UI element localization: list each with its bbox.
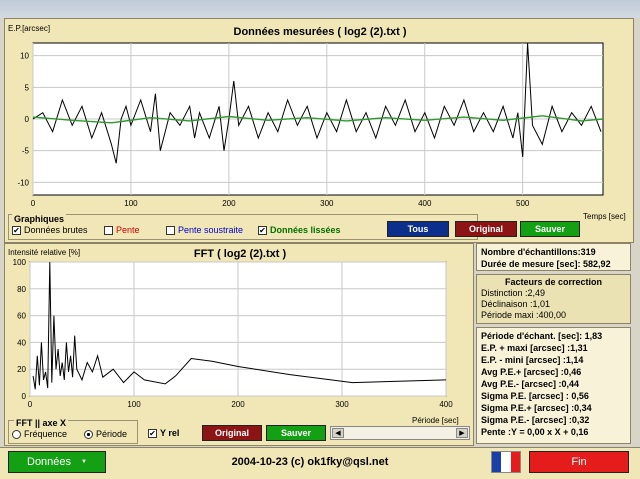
fft-xlabel: Période [sec] xyxy=(412,416,459,425)
detail-line: Pente :Y = 0,00 x X + 0,16 xyxy=(481,427,589,437)
period-label: Période xyxy=(96,429,128,439)
scroll-right-icon[interactable]: ▶ xyxy=(456,428,468,438)
end-button[interactable]: Fin xyxy=(529,451,629,473)
y-tick-label: 80 xyxy=(17,285,26,294)
fft-scrollbar[interactable]: ◀ ▶ xyxy=(330,426,470,440)
y-tick-label: 60 xyxy=(17,312,26,321)
y-tick-label: 0 xyxy=(22,392,27,401)
data-menu-button[interactable]: Données ▼ xyxy=(8,451,106,473)
correction-box: Facteurs de correction Distinction :2,49… xyxy=(476,274,631,324)
measurement-duration: Durée de mesure [sec]: 582,92 xyxy=(481,259,611,269)
period-radio-icon xyxy=(84,429,93,439)
detail-line: Avg P.E.+ [arcsec] :0,46 xyxy=(481,367,582,377)
detail-line: E.P. - mini [arcsec] :1,14 xyxy=(481,355,584,365)
fft-original-button[interactable]: Original xyxy=(202,425,262,441)
details-box: Période d'échant. [sec]: 1,83 E.P. + max… xyxy=(476,327,631,444)
scroll-left-icon[interactable]: ◀ xyxy=(332,428,344,438)
fft-save-button[interactable]: Sauver xyxy=(266,425,326,441)
chevron-down-icon: ▼ xyxy=(81,459,87,465)
yrel-checkbox[interactable]: ✔ Y rel xyxy=(148,428,179,438)
detail-line: Sigma P.E.+ [arcsec] :0,34 xyxy=(481,403,592,413)
detail-line: Sigma P.E.- [arcsec] :0,32 xyxy=(481,415,590,425)
frequency-radio[interactable]: Fréquence xyxy=(12,429,67,439)
detail-line: Avg P.E.- [arcsec] :0,44 xyxy=(481,379,580,389)
detail-line: Période d'échant. [sec]: 1,83 xyxy=(481,331,603,341)
yrel-check-icon: ✔ xyxy=(148,428,157,438)
correction-period: Période maxi :400,00 xyxy=(481,310,567,320)
x-tick-label: 0 xyxy=(28,400,33,409)
period-radio[interactable]: Période xyxy=(84,429,127,439)
data-menu-label: Données xyxy=(27,456,72,468)
y-tick-label: 20 xyxy=(17,365,26,374)
correction-title: Facteurs de correction xyxy=(504,277,603,287)
x-tick-label: 300 xyxy=(335,400,349,409)
frequency-label: Fréquence xyxy=(24,429,68,439)
frequency-radio-icon xyxy=(12,429,21,439)
correction-declinaison: Déclinaison :1,01 xyxy=(481,299,551,309)
french-flag-icon[interactable] xyxy=(491,451,521,473)
x-tick-label: 100 xyxy=(127,400,141,409)
stats-box: Nombre d'échantillons:319 Durée de mesur… xyxy=(476,243,631,271)
y-tick-label: 40 xyxy=(17,338,26,347)
x-tick-label: 200 xyxy=(231,400,245,409)
yrel-label: Y rel xyxy=(160,428,180,438)
footer-credit: 2004-10-23 (c) ok1fky@qsl.net xyxy=(231,456,389,468)
y-tick-label: 100 xyxy=(13,258,27,267)
fft-axis-label: FFT || axe X xyxy=(14,418,69,428)
detail-line: Sigma P.E. [arcsec] : 0,56 xyxy=(481,391,589,401)
samples-count: Nombre d'échantillons:319 xyxy=(481,247,596,257)
detail-line: E.P. + maxi [arcsec] :1,31 xyxy=(481,343,588,353)
correction-distinction: Distinction :2,49 xyxy=(481,288,546,298)
x-tick-label: 400 xyxy=(439,400,453,409)
